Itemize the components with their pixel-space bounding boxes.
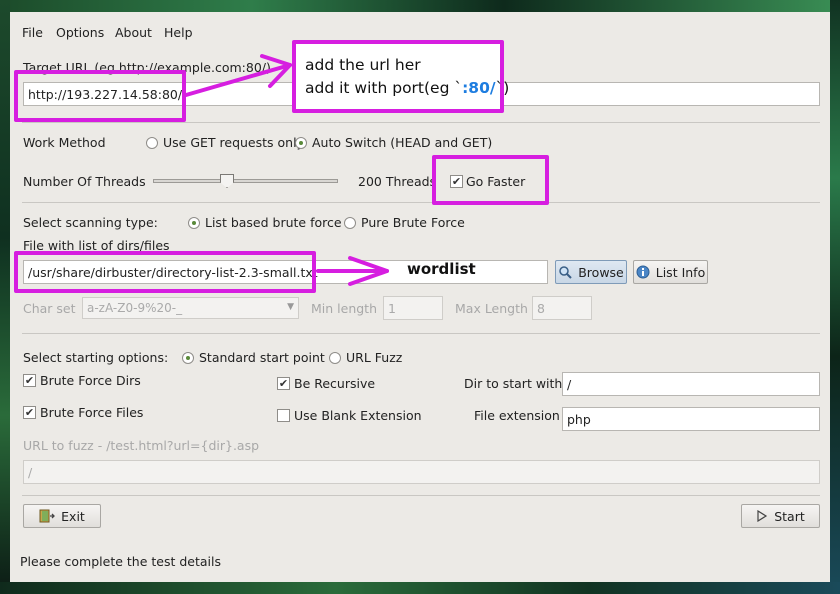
- annotation-arrows: [184, 54, 389, 286]
